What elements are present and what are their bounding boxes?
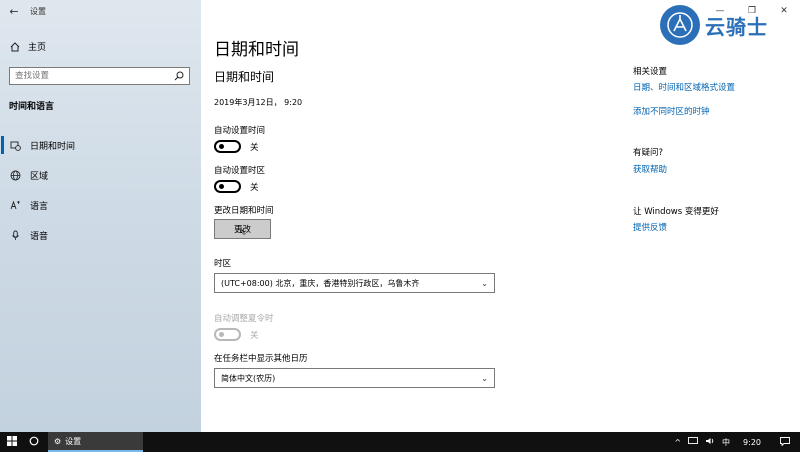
auto-timezone-toggle-row: 关 [214, 180, 259, 193]
calendar-label: 在任务栏中显示其他日历 [214, 354, 308, 364]
sidebar-item-language[interactable]: 语言 [0, 190, 201, 220]
volume-icon[interactable] [705, 437, 715, 447]
watermark-text: 云骑士 [705, 14, 768, 39]
auto-time-toggle[interactable] [214, 140, 241, 153]
calendar-select[interactable]: 简体中文(农历) ⌄ [214, 368, 495, 388]
dst-toggle[interactable] [214, 328, 241, 341]
sidebar-item-label: 语言 [30, 201, 49, 212]
cortana-circle-icon [29, 436, 39, 449]
improve-title: 让 Windows 变得更好 [633, 207, 719, 217]
globe-icon [10, 170, 21, 181]
network-icon[interactable] [688, 437, 698, 447]
gear-icon: ⚙ [54, 436, 62, 446]
microphone-icon [10, 230, 21, 241]
auto-time-state: 关 [250, 142, 259, 153]
timezone-label: 时区 [214, 259, 232, 269]
home-label: 主页 [28, 43, 47, 53]
page-title: 日期和时间 [214, 40, 299, 60]
add-clocks-link[interactable]: 添加不同时区的时钟 [633, 105, 710, 117]
auto-time-label: 自动设置时间 [214, 126, 266, 136]
start-button[interactable] [0, 432, 24, 452]
sidebar-item-label: 语音 [30, 231, 49, 242]
section-heading: 日期和时间 [214, 70, 275, 84]
close-button[interactable]: ✕ [768, 0, 800, 22]
sidebar: ← 设置 主页 时间和语言 日期和时间 区域 [0, 0, 201, 432]
auto-time-toggle-row: 关 [214, 140, 259, 153]
auto-timezone-label: 自动设置时区 [214, 166, 266, 176]
nav-list: 日期和时间 区域 语言 语音 [0, 130, 201, 250]
timezone-select[interactable]: (UTC+08:00) 北京，重庆，香港特别行政区，乌鲁木齐 ⌄ [214, 273, 495, 293]
chevron-down-icon: ⌄ [481, 373, 488, 383]
sidebar-item-region[interactable]: 区域 [0, 160, 201, 190]
dst-state: 关 [250, 330, 259, 341]
search-box[interactable] [9, 67, 190, 85]
cortana-button[interactable] [24, 432, 44, 452]
auto-timezone-state: 关 [250, 182, 259, 193]
sidebar-item-label: 区域 [30, 171, 49, 182]
close-icon: ✕ [780, 6, 788, 16]
knight-logo-icon [660, 5, 700, 45]
mouse-cursor-icon: ⇖ [239, 228, 247, 238]
system-tray: ^ 中 9:20 [674, 436, 800, 448]
sidebar-item-label: 日期和时间 [30, 141, 76, 152]
region-format-link[interactable]: 日期、时间和区域格式设置 [633, 81, 735, 93]
windows-logo-icon [7, 435, 17, 449]
clock-time[interactable]: 9:20 [743, 438, 761, 447]
back-button[interactable]: ← [0, 0, 28, 22]
search-input[interactable] [15, 71, 165, 81]
chevron-down-icon: ⌄ [481, 278, 488, 288]
chevron-up-icon[interactable]: ^ [674, 438, 681, 447]
get-help-link[interactable]: 获取帮助 [633, 163, 667, 175]
current-datetime: 2019年3月12日， 9:20 [214, 98, 303, 107]
dst-label: 自动调整夏令时 [214, 314, 274, 324]
home-icon [9, 41, 20, 52]
window-title: 设置 [30, 6, 46, 16]
calendar-clock-icon [10, 140, 21, 151]
language-icon [10, 200, 21, 211]
section-title: 时间和语言 [9, 102, 55, 112]
feedback-link[interactable]: 提供反馈 [633, 221, 667, 233]
main-content: — ❐ ✕ 云骑士 日期和时间 日期和时间 2019年3月12日， 9:20 自… [201, 0, 800, 432]
title-bar: ← 设置 [0, 0, 201, 22]
notification-icon[interactable] [780, 436, 790, 448]
question-title: 有疑问? [633, 148, 664, 158]
related-settings-title: 相关设置 [633, 67, 668, 77]
watermark: 云骑士 [660, 5, 768, 45]
home-nav-item[interactable]: 主页 [9, 40, 46, 53]
taskbar-app-settings[interactable]: ⚙ 设置 [48, 432, 143, 452]
change-datetime-label: 更改日期和时间 [214, 206, 274, 216]
calendar-value: 简体中文(农历) [221, 373, 276, 383]
taskbar-app-label: 设置 [65, 436, 82, 446]
dst-toggle-row: 关 [214, 328, 259, 341]
arrow-left-icon: ← [9, 4, 19, 18]
taskbar: ⚙ 设置 ^ 中 9:20 [0, 432, 800, 452]
sidebar-item-speech[interactable]: 语音 [0, 220, 201, 250]
timezone-value: (UTC+08:00) 北京，重庆，香港特别行政区，乌鲁木齐 [221, 278, 420, 288]
auto-timezone-toggle[interactable] [214, 180, 241, 193]
sidebar-item-date-time[interactable]: 日期和时间 [0, 130, 201, 160]
ime-indicator[interactable]: 中 [722, 437, 730, 448]
search-icon[interactable] [174, 71, 184, 81]
